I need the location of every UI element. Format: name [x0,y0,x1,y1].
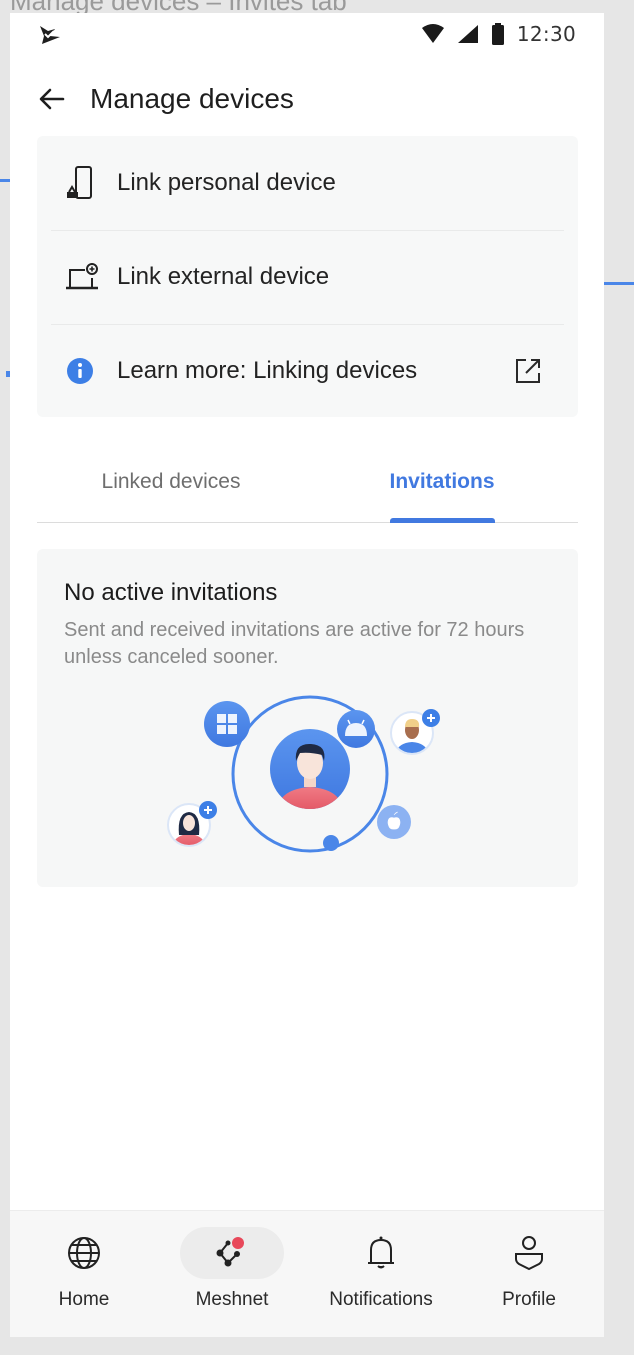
nav-label: Meshnet [195,1289,269,1310]
laptop-add-icon [65,259,101,295]
nav-item-meshnet[interactable]: Meshnet [158,1227,306,1327]
bottom-navigation: Home Meshnet Notifications Profile [10,1210,604,1337]
nav-item-profile[interactable]: Profile [455,1227,603,1327]
phone-screen: 12:30 Manage devices Link personal devic… [10,13,604,1337]
empty-state-description: Sent and received invitations are active… [64,619,525,668]
tab-linked-devices[interactable]: Linked devices [85,458,257,522]
phone-link-icon [65,165,101,201]
app-bar: Manage devices [10,75,604,123]
globe-icon [68,1237,100,1269]
device-tabs: Linked devices Invitations [37,458,578,523]
apple-device-icon [377,805,411,839]
status-bar: 12:30 [10,13,604,57]
link-external-device-item[interactable]: Link external device [37,230,578,324]
link-options-card: Link personal device Link external devic… [37,136,578,417]
nav-label: Notifications [329,1289,433,1310]
flow-connector-line [0,179,10,182]
profile-icon [515,1236,543,1271]
wifi-icon [421,24,444,43]
center-user-avatar [270,729,350,809]
cellular-signal-icon [457,25,478,43]
menu-label: Link external device [117,263,330,290]
nav-label: Home [58,1289,110,1310]
arrow-left-icon [39,88,65,110]
meshnet-icon [216,1237,244,1267]
learn-more-linking-item[interactable]: Learn more: Linking devices [37,324,578,418]
android-device-icon [337,710,375,748]
tab-selected-indicator [390,518,495,523]
tab-invitations[interactable]: Invitations [367,458,517,522]
empty-state-title: No active invitations [64,579,278,606]
menu-label: Link personal device [117,169,336,196]
app-notification-icon [40,26,60,44]
nav-label: Profile [502,1289,556,1310]
nav-item-home[interactable]: Home [10,1227,158,1327]
menu-label: Learn more: Linking devices [117,357,418,384]
battery-icon [491,23,504,45]
orbit-node-dot [323,835,339,851]
empty-invitations-card: No active invitations Sent and received … [37,549,578,887]
status-time: 12:30 [516,22,576,46]
info-icon [65,353,101,389]
windows-device-icon [204,701,250,747]
link-personal-device-item[interactable]: Link personal device [37,136,578,230]
flow-connector-line [604,282,634,285]
page-title: Manage devices [90,83,294,114]
notification-badge [232,1237,244,1249]
bell-icon [368,1236,394,1269]
nav-item-notifications[interactable]: Notifications [307,1227,455,1327]
invited-user-avatar-left [167,801,217,847]
meshnet-devices-illustration [167,695,440,853]
back-button[interactable] [32,79,72,119]
external-link-icon[interactable] [514,357,542,385]
invited-user-avatar-right [390,709,440,755]
